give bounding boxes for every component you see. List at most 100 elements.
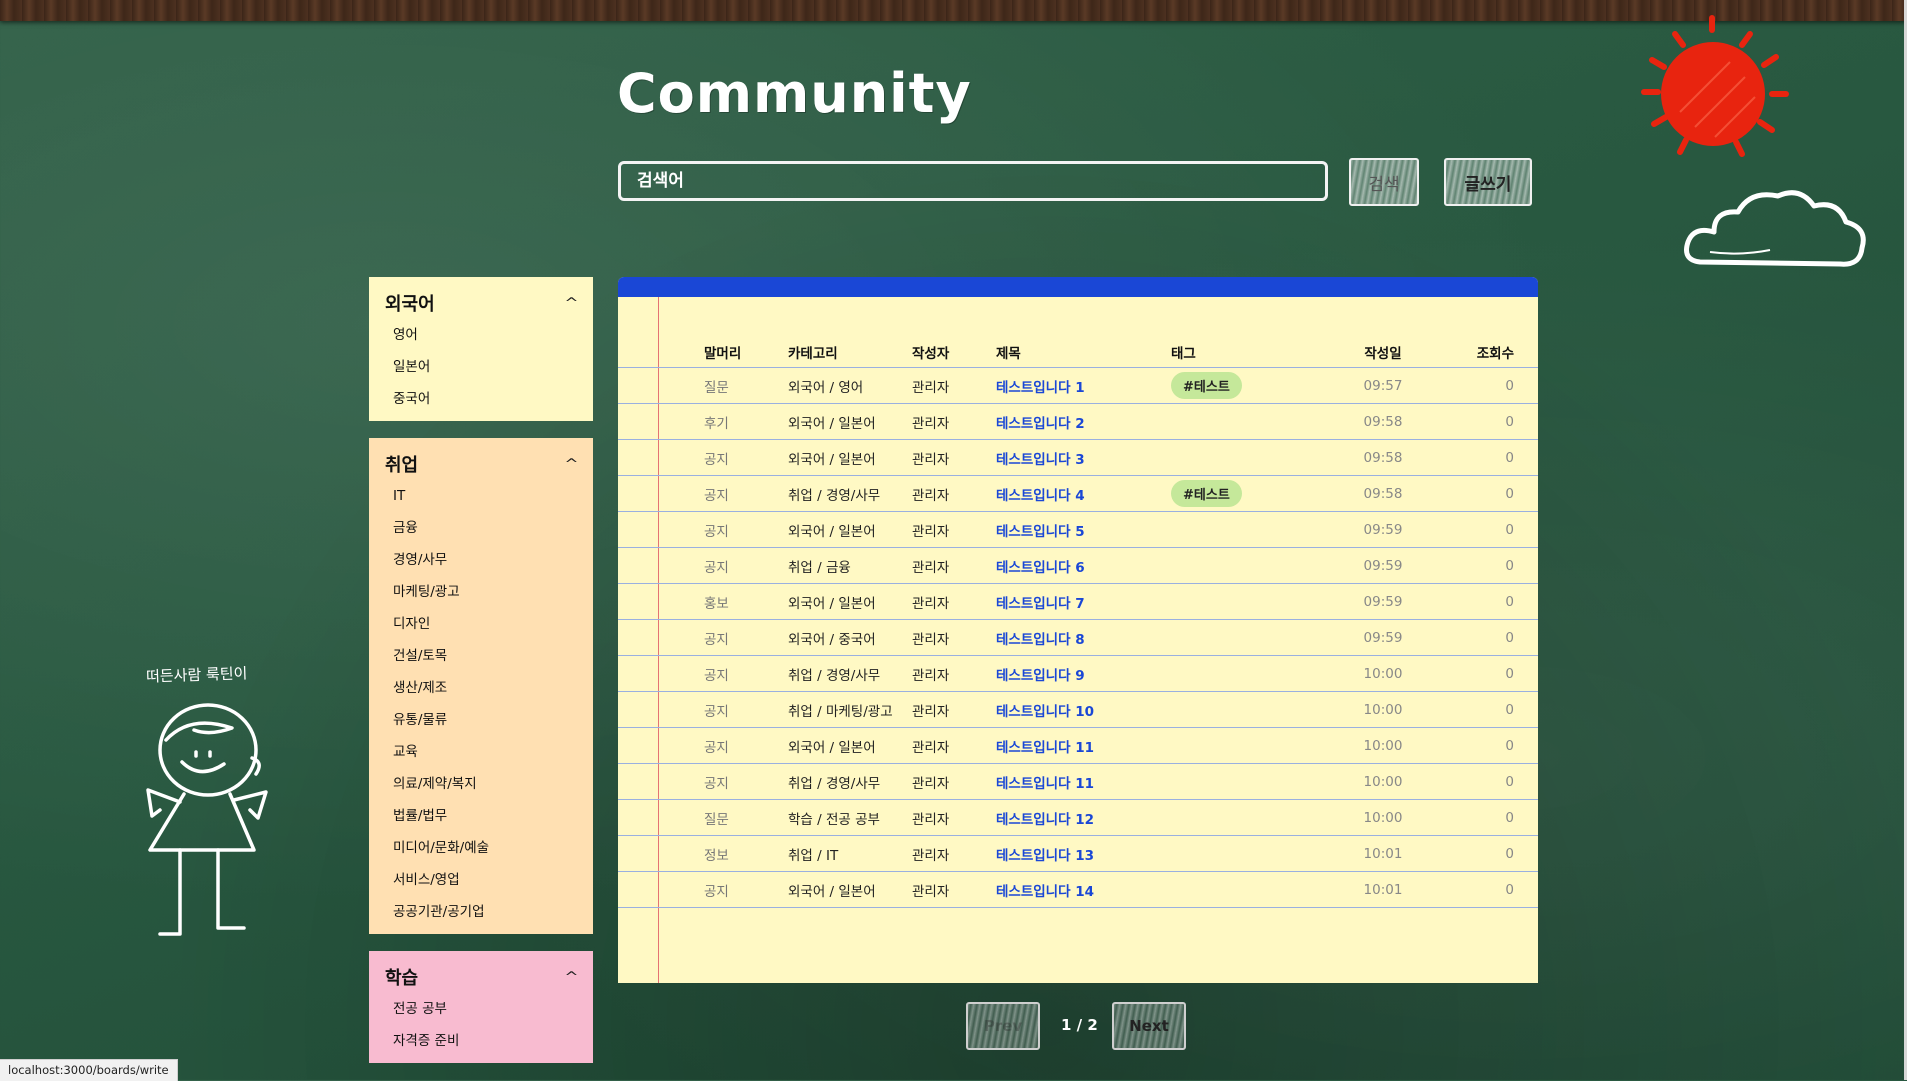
cell-date: 09:59 [1341, 511, 1425, 548]
table-row[interactable]: 공지 외국어 / 일본어 관리자 테스트입니다 11 10:00 0 [618, 727, 1538, 764]
cell-category: 취업 / 금융 [788, 547, 912, 584]
category-item[interactable]: 교육 [385, 736, 577, 768]
cell-tag [1171, 727, 1341, 764]
category-item[interactable]: 법률/법무 [385, 800, 577, 832]
category-item[interactable]: 마케팅/광고 [385, 576, 577, 608]
cell-category: 외국어 / 영어 [788, 367, 912, 404]
table-row[interactable]: 후기 외국어 / 일본어 관리자 테스트입니다 2 09:58 0 [618, 403, 1538, 440]
chevron-up-icon[interactable]: ^ [564, 457, 578, 472]
next-page-button[interactable]: Next [1112, 1002, 1186, 1050]
cell-category: 외국어 / 일본어 [788, 439, 912, 476]
category-header-foreign-language[interactable]: 외국어 ^ [385, 287, 579, 319]
post-title-link[interactable]: 테스트입니다 8 [996, 619, 1171, 656]
chevron-up-icon[interactable]: ^ [564, 970, 578, 985]
cell-date: 09:59 [1341, 619, 1425, 656]
write-button[interactable]: 글쓰기 [1444, 158, 1532, 206]
cell-date: 09:59 [1341, 547, 1425, 584]
post-title-link[interactable]: 테스트입니다 12 [996, 799, 1171, 836]
tag-pill[interactable]: #테스트 [1171, 480, 1242, 507]
board-header-bar [618, 277, 1538, 297]
page-indicator: 1 / 2 [1061, 1016, 1098, 1034]
cell-tag [1171, 403, 1341, 440]
category-item[interactable]: IT [385, 480, 577, 512]
cell-tag [1171, 835, 1341, 872]
row-spacer [618, 655, 704, 692]
category-item[interactable]: 생산/제조 [385, 672, 577, 704]
category-item[interactable]: 유통/물류 [385, 704, 577, 736]
table-row[interactable]: 공지 외국어 / 일본어 관리자 테스트입니다 3 09:58 0 [618, 439, 1538, 476]
chevron-up-icon[interactable]: ^ [564, 296, 578, 311]
post-title-link[interactable]: 테스트입니다 13 [996, 835, 1171, 872]
post-title-link[interactable]: 테스트입니다 7 [996, 583, 1171, 620]
table-row[interactable]: 공지 취업 / 경영/사무 관리자 테스트입니다 9 10:00 0 [618, 655, 1538, 692]
cell-views: 0 [1425, 835, 1538, 872]
category-title: 외국어 [385, 294, 435, 315]
search-button[interactable]: 검색 [1349, 158, 1419, 206]
table-row[interactable]: 공지 외국어 / 일본어 관리자 테스트입니다 14 10:01 0 [618, 871, 1538, 908]
post-title-link[interactable]: 테스트입니다 4 [996, 475, 1171, 512]
post-title-link[interactable]: 테스트입니다 2 [996, 403, 1171, 440]
category-item[interactable]: 자격증 준비 [385, 1025, 577, 1057]
cell-tag [1171, 871, 1341, 908]
row-spacer [618, 475, 704, 512]
cell-tag [1171, 799, 1341, 836]
table-row[interactable]: 공지 외국어 / 일본어 관리자 테스트입니다 5 09:59 0 [618, 511, 1538, 548]
cell-date: 10:01 [1341, 871, 1425, 908]
category-item[interactable]: 금융 [385, 512, 577, 544]
table-row[interactable]: 홍보 외국어 / 일본어 관리자 테스트입니다 7 09:59 0 [618, 583, 1538, 620]
tag-pill[interactable]: #테스트 [1171, 372, 1242, 399]
table-row[interactable]: 공지 취업 / 경영/사무 관리자 테스트입니다 4 #테스트 09:58 0 [618, 475, 1538, 512]
post-title-link[interactable]: 테스트입니다 1 [996, 367, 1171, 404]
category-item[interactable]: 건설/토목 [385, 640, 577, 672]
category-header-study[interactable]: 학습 ^ [385, 961, 579, 993]
cell-author: 관리자 [912, 475, 996, 512]
category-item[interactable]: 중국어 [385, 383, 577, 415]
table-row[interactable]: 공지 취업 / 마케팅/광고 관리자 테스트입니다 10 10:00 0 [618, 691, 1538, 728]
category-item[interactable]: 영어 [385, 319, 577, 351]
row-spacer [618, 799, 704, 836]
row-spacer [618, 763, 704, 800]
post-title-link[interactable]: 테스트입니다 3 [996, 439, 1171, 476]
cell-author: 관리자 [912, 547, 996, 584]
cell-category: 학습 / 전공 공부 [788, 799, 912, 836]
cell-category: 외국어 / 일본어 [788, 511, 912, 548]
row-spacer [618, 835, 704, 872]
search-input[interactable] [618, 161, 1328, 201]
cell-views: 0 [1425, 619, 1538, 656]
category-item[interactable]: 미디어/문화/예술 [385, 832, 577, 864]
category-item[interactable]: 디자인 [385, 608, 577, 640]
cell-views: 0 [1425, 799, 1538, 836]
category-item[interactable]: 의료/제약/복지 [385, 768, 577, 800]
post-title-link[interactable]: 테스트입니다 10 [996, 691, 1171, 728]
table-row[interactable]: 질문 외국어 / 영어 관리자 테스트입니다 1 #테스트 09:57 0 [618, 367, 1538, 404]
table-row[interactable]: 질문 학습 / 전공 공부 관리자 테스트입니다 12 10:00 0 [618, 799, 1538, 836]
cell-views: 0 [1425, 727, 1538, 764]
table-row[interactable]: 공지 외국어 / 중국어 관리자 테스트입니다 8 09:59 0 [618, 619, 1538, 656]
cell-author: 관리자 [912, 655, 996, 692]
category-item[interactable]: 서비스/영업 [385, 864, 577, 896]
cell-head: 공지 [704, 691, 788, 728]
table-row[interactable]: 공지 취업 / 경영/사무 관리자 테스트입니다 11 10:00 0 [618, 763, 1538, 800]
column-header-head: 말머리 [704, 337, 788, 368]
table-row[interactable]: 공지 취업 / 금융 관리자 테스트입니다 6 09:59 0 [618, 547, 1538, 584]
post-title-link[interactable]: 테스트입니다 11 [996, 727, 1171, 764]
category-item[interactable]: 전공 공부 [385, 993, 577, 1025]
cell-tag: #테스트 [1171, 475, 1341, 512]
cell-views: 0 [1425, 403, 1538, 440]
character-label: 떠든사람 룩틴이 [145, 664, 248, 686]
category-item[interactable]: 일본어 [385, 351, 577, 383]
cell-head: 질문 [704, 367, 788, 404]
category-item[interactable]: 공공기관/공기업 [385, 896, 577, 928]
category-header-employment[interactable]: 취업 ^ [385, 448, 579, 480]
category-item[interactable]: 경영/사무 [385, 544, 577, 576]
post-title-link[interactable]: 테스트입니다 14 [996, 871, 1171, 908]
post-title-link[interactable]: 테스트입니다 6 [996, 547, 1171, 584]
post-title-link[interactable]: 테스트입니다 5 [996, 511, 1171, 548]
post-title-link[interactable]: 테스트입니다 9 [996, 655, 1171, 692]
row-spacer [618, 583, 704, 620]
cell-date: 10:00 [1341, 799, 1425, 836]
prev-page-button[interactable]: Prev [966, 1002, 1040, 1050]
table-row[interactable]: 정보 취업 / IT 관리자 테스트입니다 13 10:01 0 [618, 835, 1538, 872]
post-title-link[interactable]: 테스트입니다 11 [996, 763, 1171, 800]
cell-author: 관리자 [912, 835, 996, 872]
